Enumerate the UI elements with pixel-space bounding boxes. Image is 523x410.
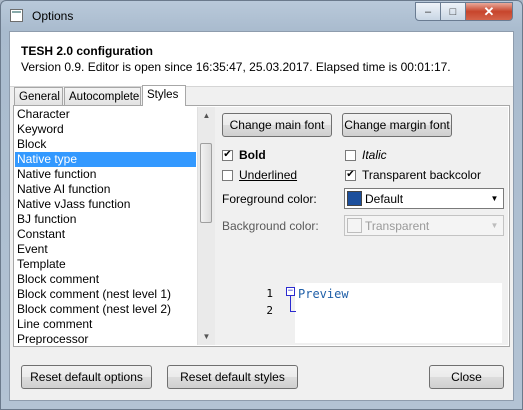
list-item[interactable]: Native type bbox=[15, 152, 196, 167]
list-item[interactable]: Block comment (nest level 1) bbox=[15, 287, 196, 302]
app-icon bbox=[10, 9, 23, 22]
list-item[interactable]: Event bbox=[15, 242, 196, 257]
underlined-checkbox[interactable]: Underlined bbox=[222, 168, 297, 182]
close-window-button[interactable]: ✕ bbox=[465, 2, 513, 21]
scroll-up-icon[interactable]: ▲ bbox=[198, 107, 215, 124]
reset-default-styles-button[interactable]: Reset default styles bbox=[167, 365, 298, 389]
foreground-color-select[interactable]: Default ▼ bbox=[344, 188, 504, 209]
preview-gutter: 1 2 − bbox=[247, 283, 296, 343]
background-value: Transparent bbox=[365, 219, 430, 233]
scroll-down-icon[interactable]: ▼ bbox=[198, 328, 215, 345]
preview-text: Preview bbox=[298, 287, 349, 301]
transparent-checkbox[interactable]: ✔ Transparent backcolor bbox=[345, 168, 481, 182]
list-item[interactable]: Line comment bbox=[15, 317, 196, 332]
list-item[interactable]: Preprocessor bbox=[15, 332, 196, 345]
scroll-thumb[interactable] bbox=[200, 143, 212, 223]
list-item[interactable]: Native function bbox=[15, 167, 196, 182]
bold-check-icon: ✔ bbox=[222, 149, 233, 161]
italic-checkbox[interactable]: Italic bbox=[345, 148, 387, 162]
tab-autocomplete[interactable]: Autocomplete bbox=[64, 87, 141, 105]
maximize-button[interactable]: □ bbox=[440, 2, 466, 21]
close-button[interactable]: Close bbox=[429, 365, 504, 389]
options-window: Options – □ ✕ TESH 2.0 configuration Ver… bbox=[0, 0, 523, 410]
italic-box bbox=[345, 149, 356, 161]
list-item[interactable]: Native AI function bbox=[15, 182, 196, 197]
list-item[interactable]: Constant bbox=[15, 227, 196, 242]
bold-label: Bold bbox=[239, 148, 266, 162]
transparent-label: Transparent backcolor bbox=[362, 168, 481, 182]
background-label: Background color: bbox=[222, 219, 319, 233]
transparent-check-icon: ✔ bbox=[345, 169, 356, 181]
list-item[interactable]: Keyword bbox=[15, 122, 196, 137]
page-title: TESH 2.0 configuration bbox=[21, 44, 154, 58]
bold-checkbox[interactable]: ✔ Bold bbox=[222, 148, 266, 162]
list-item[interactable]: BJ function bbox=[15, 212, 196, 227]
foreground-swatch bbox=[347, 191, 362, 206]
styles-list[interactable]: Character Keyword Block Native type Native f… bbox=[15, 107, 196, 345]
list-item[interactable]: Template bbox=[15, 257, 196, 272]
window-title: Options bbox=[32, 9, 74, 23]
list-item[interactable]: Block comment (nest level 2) bbox=[15, 302, 196, 317]
styles-panel: Character Keyword Block Native type Native f… bbox=[13, 105, 510, 347]
list-item[interactable]: Block comment bbox=[15, 272, 196, 287]
tab-general[interactable]: General bbox=[14, 87, 63, 105]
line-number: 1 bbox=[266, 287, 273, 300]
tab-styles[interactable]: Styles bbox=[142, 85, 186, 106]
header: TESH 2.0 configuration Version 0.9. Edit… bbox=[10, 32, 513, 87]
title-bar[interactable]: Options – □ ✕ bbox=[1, 1, 522, 31]
foreground-label: Foreground color: bbox=[222, 192, 317, 206]
list-item[interactable]: Character bbox=[15, 107, 196, 122]
chevron-down-icon[interactable]: ▼ bbox=[487, 190, 502, 207]
list-item[interactable]: Native vJass function bbox=[15, 197, 196, 212]
fold-end bbox=[290, 311, 296, 312]
dialog-body: TESH 2.0 configuration Version 0.9. Edit… bbox=[9, 31, 514, 401]
reset-default-options-button[interactable]: Reset default options bbox=[21, 365, 152, 389]
page-subtitle: Version 0.9. Editor is open since 16:35:… bbox=[21, 60, 451, 74]
change-margin-font-button[interactable]: Change margin font bbox=[342, 113, 452, 137]
underlined-box bbox=[222, 169, 233, 181]
background-swatch bbox=[347, 218, 362, 233]
italic-label: Italic bbox=[362, 148, 387, 162]
style-settings: Change main font Change margin font ✔ Bo… bbox=[215, 107, 508, 345]
change-main-font-button[interactable]: Change main font bbox=[222, 113, 332, 137]
chevron-down-icon[interactable]: ▼ bbox=[487, 217, 502, 234]
list-scrollbar[interactable]: ▲ ▼ bbox=[197, 107, 215, 345]
fold-line bbox=[290, 296, 291, 312]
style-preview: 1 2 − Preview bbox=[247, 283, 502, 343]
foreground-value: Default bbox=[365, 192, 404, 206]
fold-minus-icon[interactable]: − bbox=[286, 287, 295, 296]
minimize-button[interactable]: – bbox=[415, 2, 441, 21]
line-number: 2 bbox=[266, 304, 273, 317]
list-item[interactable]: Block bbox=[15, 137, 196, 152]
background-color-select[interactable]: Transparent ▼ bbox=[344, 215, 504, 236]
underlined-label: Underlined bbox=[239, 168, 298, 182]
